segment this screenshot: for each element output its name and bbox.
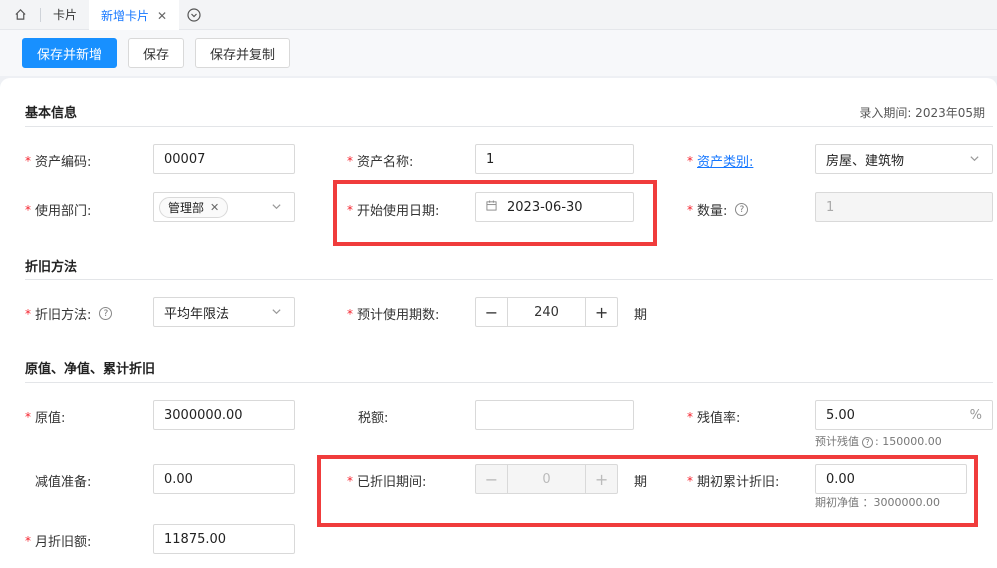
tab-label: 新增卡片 (101, 9, 150, 23)
est-periods-value[interactable]: 240 (506, 298, 587, 326)
impairment-input[interactable]: 0.00 (153, 464, 295, 494)
chevron-down-icon (271, 201, 282, 215)
help-icon[interactable]: ? (862, 437, 873, 448)
tax-label: 税额: (358, 411, 389, 426)
chevron-down-icon (969, 153, 980, 167)
save-and-new-button[interactable]: 保存并新增 (22, 38, 118, 68)
init-depr-label: * 期初累计折旧: (687, 473, 780, 491)
percent-suffix: % (969, 408, 982, 423)
form-card: 基本信息 录入期间: 2023年05期 * 资产编码: 00007 * 资产名称: … (0, 78, 997, 568)
qty-input: 1 (815, 192, 993, 222)
asset-type-label[interactable]: * 资产类别: (687, 151, 753, 171)
asset-code-label: * 资产编码: (25, 153, 92, 171)
chevron-down-icon (271, 306, 282, 320)
depr-periods-stepper: − 0 + (475, 464, 618, 494)
help-icon[interactable]: ? (99, 307, 113, 320)
original-value-input[interactable]: 3000000.00 (153, 400, 295, 430)
save-button[interactable]: 保存 (128, 38, 185, 68)
residual-hint: 预计残值?: 150000.00 (815, 435, 942, 448)
monthly-depr-input[interactable]: 11875.00 (153, 524, 295, 554)
tab-label: 卡片 (53, 8, 78, 22)
home-icon[interactable] (0, 0, 40, 30)
asset-name-label: * 资产名称: (347, 153, 414, 171)
est-periods-label: * 预计使用期数: (347, 306, 440, 324)
residual-rate-input[interactable]: 5.00 % (815, 400, 993, 430)
tax-input[interactable] (475, 400, 634, 430)
start-date-input[interactable]: 2023-06-30 (475, 192, 634, 222)
net-value-hint: 期初净值 ：3000000.00 (815, 496, 940, 509)
close-icon[interactable]: ✕ (210, 201, 219, 214)
tab-cards[interactable]: 卡片 (41, 0, 89, 30)
depr-method-select[interactable]: 平均年限法 (153, 297, 295, 327)
depr-periods-value: 0 (506, 465, 587, 493)
period-unit: 期 (634, 308, 648, 323)
original-value-label: * 原值: (25, 409, 66, 427)
dept-tag: 管理部 ✕ (159, 196, 229, 218)
est-periods-stepper[interactable]: − 240 + (475, 297, 618, 327)
qty-label: * 数量:? (687, 200, 749, 219)
section-divider (25, 126, 993, 127)
depr-method-label: * 折旧方法:? (25, 304, 113, 323)
dept-select[interactable]: 管理部 ✕ (153, 192, 295, 222)
section-title-depr: 折旧方法 (25, 260, 78, 275)
tab-bar: 卡片 新增卡片 ✕ (0, 0, 997, 30)
init-depr-input[interactable]: 0.00 (815, 464, 967, 494)
asset-type-select[interactable]: 房屋、建筑物 (815, 144, 993, 174)
help-icon[interactable]: ? (735, 203, 749, 216)
section-title-value: 原值、净值、累计折旧 (25, 362, 156, 377)
tab-new-card[interactable]: 新增卡片 ✕ (89, 0, 180, 30)
monthly-depr-label: * 月折旧额: (25, 533, 92, 551)
chevron-down-circle-icon[interactable] (179, 0, 209, 30)
start-date-label: * 开始使用日期: (347, 202, 440, 220)
save-and-copy-button[interactable]: 保存并复制 (195, 38, 291, 68)
minus-icon[interactable]: − (476, 298, 507, 326)
plus-icon: + (594, 469, 609, 489)
depr-periods-label: * 已折旧期间: (347, 473, 427, 491)
close-icon[interactable]: ✕ (157, 9, 167, 23)
impairment-label: 减值准备: (35, 475, 92, 490)
dept-label: * 使用部门: (25, 202, 92, 220)
asset-name-input[interactable]: 1 (475, 144, 634, 174)
period-unit: 期 (634, 475, 648, 490)
section-divider (25, 279, 993, 280)
section-divider (25, 382, 993, 383)
calendar-icon (486, 200, 497, 214)
residual-rate-label: * 残值率: (687, 409, 741, 427)
section-title-basic: 基本信息 (25, 106, 78, 121)
plus-icon[interactable]: + (586, 298, 617, 326)
asset-code-input[interactable]: 00007 (153, 144, 295, 174)
toolbar: 保存并新增 保存 保存并复制 (0, 30, 997, 76)
entry-period: 录入期间: 2023年05期 (859, 106, 985, 120)
minus-icon: − (484, 469, 499, 489)
